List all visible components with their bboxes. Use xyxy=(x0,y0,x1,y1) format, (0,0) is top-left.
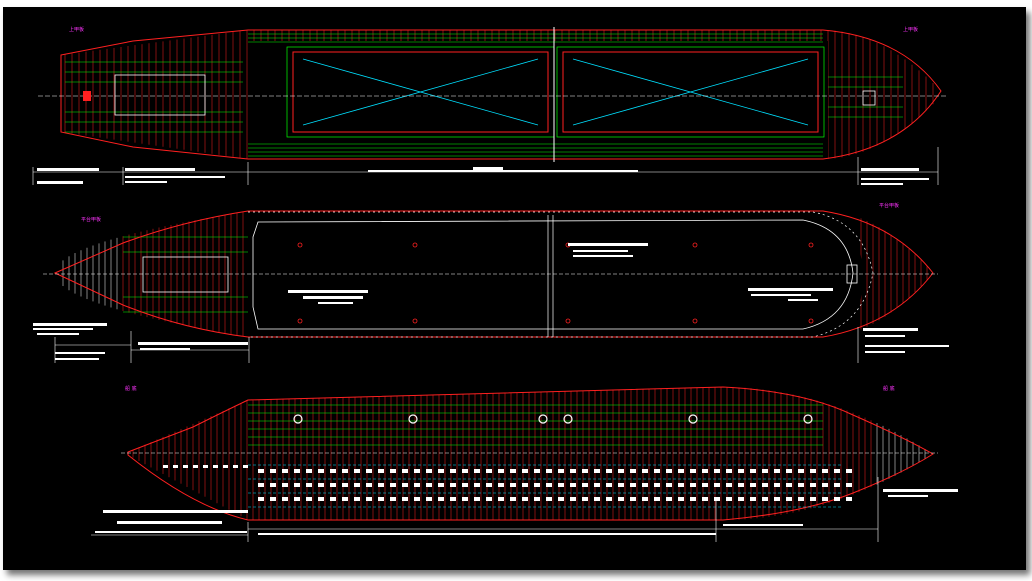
ship-structure-drawing: 上甲板 上甲板 平台甲板 平台甲板 船 底 船 底 xyxy=(32,26,958,542)
tween-deck-label-aft: 平台甲板 xyxy=(81,216,101,223)
bottom-lightening-holes xyxy=(163,465,852,501)
upper-deck-plan: 上甲板 上甲板 xyxy=(32,26,948,185)
aft-deckhouse xyxy=(114,74,206,116)
upper-deck-label-aft: 上甲板 xyxy=(69,26,84,33)
aft-marker xyxy=(83,91,91,101)
upper-deck-label-fwd: 上甲板 xyxy=(903,26,918,33)
bottom-plan-frames xyxy=(132,387,926,520)
tween-deck-plan: 平台甲板 平台甲板 xyxy=(33,202,949,363)
bottom-label-aft: 船 底 xyxy=(125,385,137,392)
bottom-plan: 船 底 船 底 xyxy=(91,385,958,542)
bottom-label-fwd: 船 底 xyxy=(883,385,895,392)
engine-room-block xyxy=(142,256,229,293)
tween-deck-label-fwd: 平台甲板 xyxy=(879,202,899,209)
cad-viewport[interactable]: 上甲板 上甲板 平台甲板 平台甲板 船 底 船 底 xyxy=(3,7,1026,570)
